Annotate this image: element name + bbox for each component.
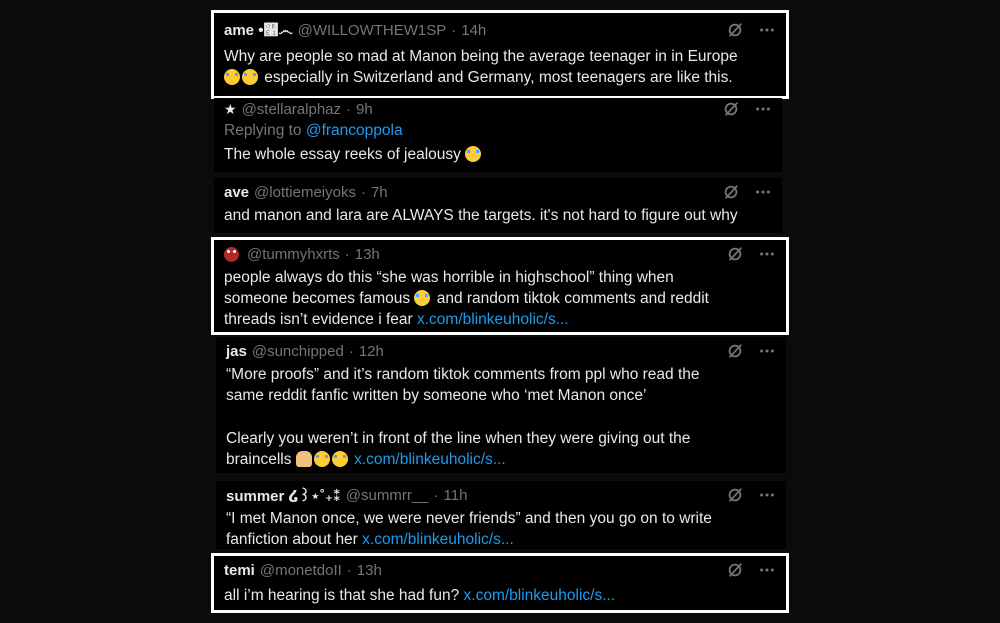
loudly-crying-face-emoji (414, 290, 431, 306)
tweet-line: people always do this “she was horrible … (224, 269, 674, 286)
more-options-icon[interactable] (754, 100, 772, 118)
tweet-link[interactable]: x.com/blinkeuholic/s... (354, 451, 506, 468)
user-handle[interactable]: @sunchipped (252, 343, 344, 360)
separator-dot: · (346, 100, 352, 118)
user-handle[interactable]: @tummyhxrts (247, 246, 340, 263)
user-handle[interactable]: @WILLOWTHEW1SP (298, 22, 447, 39)
tweet-2[interactable]: ★ @stellaralphaz · 9h Replying to @franc… (214, 98, 782, 172)
loudly-crying-face-emoji (224, 69, 240, 85)
tweet-6[interactable]: summer ໒꒱⋆˚₊⁑ @summrr__ · 11h “I met Man… (216, 481, 786, 549)
more-options-icon[interactable] (758, 561, 776, 579)
display-name[interactable]: ame •௡෴ (224, 22, 293, 39)
grok-icon[interactable] (726, 561, 744, 579)
tweet-line: Why are people so mad at Manon being the… (224, 48, 738, 65)
tweet-line: especially in Switzerland and Germany, m… (260, 69, 733, 86)
tweet-line: and random tiktok comments and reddit (432, 290, 709, 307)
separator-dot: · (360, 183, 366, 201)
more-options-icon[interactable] (758, 486, 776, 504)
timestamp[interactable]: 11h (444, 487, 468, 504)
more-options-icon[interactable] (758, 342, 776, 360)
tweet-text: Why are people so mad at Manon being the… (224, 46, 774, 88)
timestamp[interactable]: 13h (357, 562, 382, 579)
tweet-4[interactable]: @tummyhxrts · 13h people always do this … (211, 237, 789, 335)
tweet-line: “More proofs” and it’s random tiktok com… (226, 366, 700, 383)
tweet-line: “I met Manon once, we were never friends… (226, 510, 712, 527)
tweet-3[interactable]: ave @lottiemeiyoks · 7h and manon and la… (214, 178, 782, 233)
tweet-link[interactable]: x.com/blinkeuholic/s... (362, 531, 514, 548)
grok-icon[interactable] (722, 100, 740, 118)
loudly-crying-face-emoji (465, 146, 482, 162)
tweet-line: someone becomes famous (224, 290, 415, 307)
user-handle[interactable]: @lottiemeiyoks (254, 184, 356, 201)
tweet-line: threads isn’t evidence i fear (224, 311, 417, 328)
grok-icon[interactable] (726, 486, 744, 504)
tweet-1[interactable]: ame •௡෴ @WILLOWTHEW1SP · 14h Why are peo… (211, 10, 789, 99)
tweet-text: all i’m hearing is that she had fun? (224, 587, 464, 604)
grok-icon[interactable] (726, 342, 744, 360)
loudly-crying-face-emoji (242, 69, 258, 85)
ogre-emoji (224, 246, 239, 262)
tweet-line: Clearly you weren’t in front of the line… (226, 430, 691, 447)
tweet-line: same reddit fanfic written by someone wh… (226, 387, 647, 404)
tweet-link[interactable]: x.com/blinkeuholic/s... (417, 311, 569, 328)
tweet-text: The whole essay reeks of jealousy (224, 146, 466, 163)
timestamp[interactable]: 9h (356, 101, 373, 118)
separator-dot: · (346, 561, 352, 579)
replying-to: Replying to @francoppola (224, 122, 403, 139)
display-name[interactable]: jas (226, 343, 247, 360)
user-handle[interactable]: @summrr__ (346, 487, 429, 504)
separator-dot: · (451, 21, 457, 39)
separator-dot: · (433, 486, 439, 504)
separator-dot: · (348, 342, 354, 360)
display-name[interactable]: summer ໒꒱⋆˚₊⁑ (226, 485, 341, 505)
more-options-icon[interactable] (754, 183, 772, 201)
timestamp[interactable]: 13h (355, 246, 380, 263)
grok-icon[interactable] (722, 183, 740, 201)
grok-icon[interactable] (726, 21, 744, 39)
star-icon: ★ (224, 100, 237, 117)
more-options-icon[interactable] (758, 245, 776, 263)
loudly-crying-face-emoji (313, 451, 330, 467)
mention-link[interactable]: @francoppola (306, 122, 403, 139)
tweet-link[interactable]: x.com/blinkeuholic/s... (464, 587, 616, 604)
loudly-crying-face-emoji (331, 451, 348, 467)
folded-hands-emoji (295, 451, 312, 467)
tweet-5[interactable]: jas @sunchipped · 12h “More proofs” and … (216, 337, 786, 473)
user-handle[interactable]: @monetdoII (260, 562, 342, 579)
tweet-7[interactable]: temi @monetdoII · 13h all i’m hearing is… (211, 553, 789, 613)
tweet-line: fanfiction about her (226, 531, 363, 548)
grok-icon[interactable] (726, 245, 744, 263)
display-name[interactable]: ave (224, 184, 249, 201)
tweet-text: and manon and lara are ALWAYS the target… (224, 207, 738, 224)
tweet-line: braincells (226, 451, 296, 468)
timestamp[interactable]: 14h (461, 22, 486, 39)
display-name[interactable]: temi (224, 562, 255, 579)
separator-dot: · (344, 245, 350, 263)
more-options-icon[interactable] (758, 21, 776, 39)
user-handle[interactable]: @stellaralphaz (242, 101, 341, 118)
timestamp[interactable]: 12h (359, 343, 384, 360)
timestamp[interactable]: 7h (371, 184, 388, 201)
